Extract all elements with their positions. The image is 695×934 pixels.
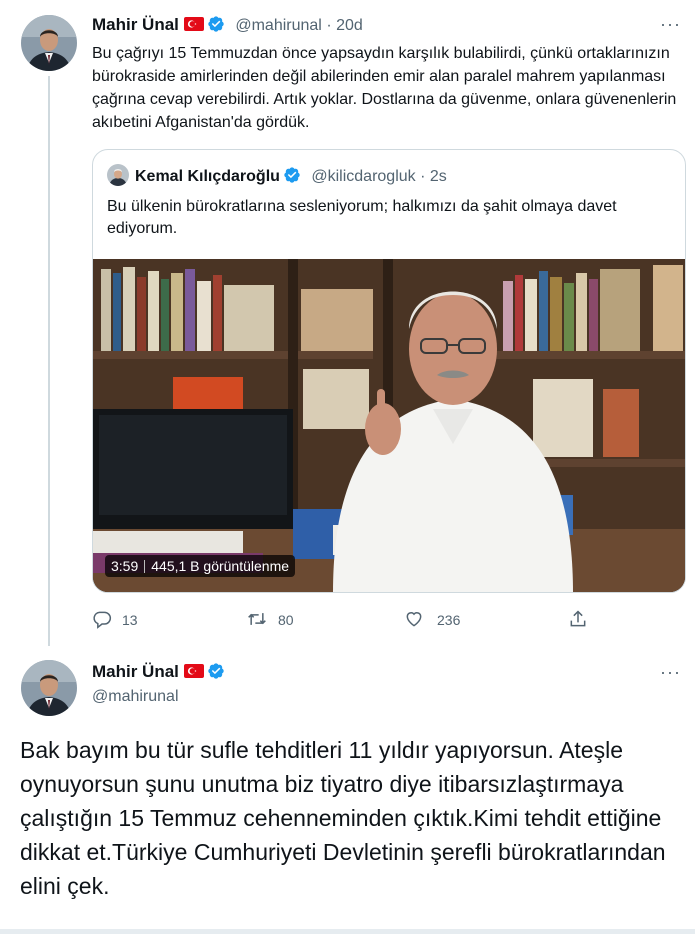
turkey-flag-icon bbox=[183, 664, 204, 678]
retweet-count: 80 bbox=[278, 612, 294, 628]
reply-button[interactable]: 13 bbox=[92, 607, 138, 633]
main-tweet-text: Bak bayım bu tür sufle tehditleri 11 yıl… bbox=[20, 737, 666, 899]
quoted-tweet-header: Kemal Kılıçdaroğlu @kilicdarogluk · 2s bbox=[107, 164, 447, 186]
share-icon bbox=[568, 609, 588, 632]
parent-author-name[interactable]: Mahir Ünal bbox=[92, 15, 179, 34]
quoted-author-name[interactable]: Kemal Kılıçdaroğlu bbox=[135, 168, 280, 185]
retweet-icon bbox=[246, 609, 268, 632]
like-button[interactable]: 236 bbox=[403, 607, 460, 633]
main-tweet-avatar[interactable] bbox=[21, 660, 77, 716]
quoted-tweet-text: Bu ülkenin bürokratlarına sesleniyorum; … bbox=[107, 198, 617, 237]
reply-icon bbox=[92, 609, 112, 632]
parent-more-icon[interactable]: ··· bbox=[660, 14, 681, 35]
video-views: 445,1 B görüntülenme bbox=[151, 558, 290, 574]
parent-tweet-text: Bu çağrıyı 15 Temmuzdan önce yapsaydın k… bbox=[92, 45, 677, 131]
main-more-icon[interactable]: ··· bbox=[660, 662, 681, 683]
reply-count: 13 bbox=[122, 612, 138, 628]
heart-icon bbox=[403, 609, 425, 632]
turkey-flag-icon bbox=[183, 17, 204, 31]
parent-author-handle[interactable]: @mahirunal bbox=[235, 17, 322, 34]
video-info-badge: 3:59 445,1 B görüntülenme bbox=[105, 555, 296, 577]
share-button[interactable] bbox=[568, 607, 588, 633]
verified-badge-icon bbox=[207, 662, 225, 680]
video-duration: 3:59 bbox=[111, 558, 139, 574]
video-thumbnail bbox=[93, 259, 685, 592]
like-count: 236 bbox=[437, 612, 461, 628]
quoted-tweet-card[interactable]: Kemal Kılıçdaroğlu @kilicdarogluk · 2s B… bbox=[92, 149, 686, 593]
retweet-button[interactable]: 80 bbox=[246, 607, 294, 633]
verified-badge-icon bbox=[207, 15, 225, 33]
main-author-name[interactable]: Mahir Ünal bbox=[92, 662, 179, 681]
thread-connector-line bbox=[48, 76, 50, 646]
video-badge-divider bbox=[144, 560, 146, 573]
main-tweet-name-line: Mahir Ünal bbox=[92, 662, 225, 682]
parent-separator: · bbox=[326, 17, 332, 34]
parent-tweet-header: Mahir Ünal @mahirunal · 20d bbox=[92, 15, 363, 35]
parent-tweet-avatar[interactable] bbox=[21, 15, 77, 71]
quoted-video-player[interactable]: 3:59 445,1 B görüntülenme bbox=[93, 259, 685, 592]
bottom-divider bbox=[0, 929, 695, 934]
verified-badge-icon bbox=[283, 166, 301, 184]
quoted-author-avatar bbox=[107, 164, 129, 186]
parent-tweet-age[interactable]: 20d bbox=[336, 17, 363, 34]
quoted-separator: · bbox=[420, 168, 426, 185]
main-author-handle[interactable]: @mahirunal bbox=[92, 688, 179, 706]
quoted-author-handle[interactable]: @kilicdarogluk bbox=[311, 168, 415, 185]
quoted-tweet-age[interactable]: 2s bbox=[430, 168, 447, 185]
